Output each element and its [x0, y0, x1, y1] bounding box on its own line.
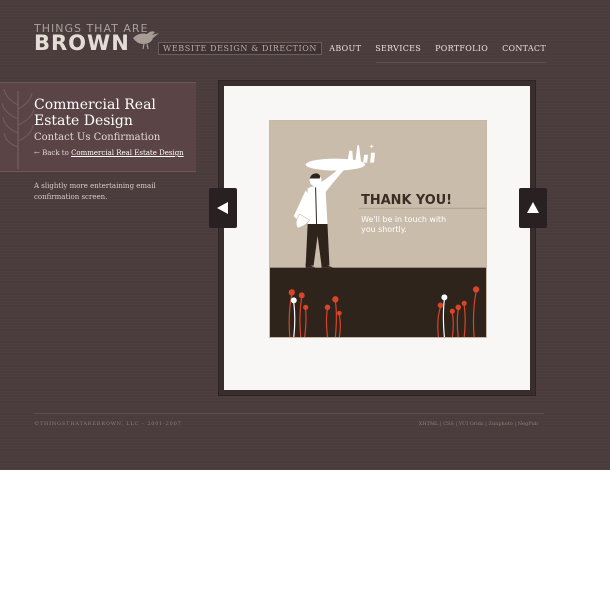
- nav-services[interactable]: SERVICES: [375, 44, 421, 53]
- footer-link-zunphoto[interactable]: Zunphoto: [488, 421, 512, 427]
- footer-link-negpub[interactable]: NegPub: [518, 421, 538, 427]
- footer-links: XHTML | CSS | YUI Grids | Zunphoto | Neg…: [418, 421, 538, 427]
- gallery-image: ✦ THANK YOU! We'll be in touch with you …: [269, 120, 487, 338]
- nav-about[interactable]: ABOUT: [329, 44, 361, 53]
- nav-divider: [376, 62, 546, 63]
- leaf-decoration-icon: [2, 88, 34, 169]
- footer-divider: [34, 413, 544, 414]
- triangle-left-icon: [217, 202, 228, 214]
- back-prefix: ← Back to: [34, 149, 72, 157]
- triangle-up-icon: [527, 202, 539, 213]
- logo-tagline: WEBSITE DESIGN & DIRECTION: [158, 42, 323, 55]
- bird-icon: [133, 31, 159, 50]
- back-link[interactable]: Commercial Real Estate Design: [71, 149, 184, 157]
- back-link-line: ← Back to Commercial Real Estate Design: [34, 149, 184, 157]
- site-logo[interactable]: THINGS THAT ARE BROWN WEBSITE DESIGN & D…: [34, 22, 323, 58]
- thank-you-line-1: We'll be in touch with: [361, 215, 446, 224]
- project-title-panel: Commercial Real Estate Design Contact Us…: [0, 82, 196, 172]
- project-description: A slightly more entertaining email confi…: [34, 182, 156, 201]
- footer-link-xhtml[interactable]: XHTML: [419, 421, 439, 427]
- previous-image-button[interactable]: [209, 188, 237, 228]
- nav-portfolio[interactable]: PORTFOLIO: [435, 44, 488, 53]
- logo-main-text: BROWN: [34, 31, 130, 55]
- nav-contact[interactable]: CONTACT: [502, 44, 546, 53]
- page-subtitle: Contact Us Confirmation: [34, 132, 161, 143]
- page-title: Commercial Real Estate Design: [34, 97, 156, 129]
- thank-you-line-2: you shortly.: [361, 225, 407, 234]
- svg-text:✦: ✦: [369, 144, 374, 151]
- footer-copyright: ©THINGSTHATAREBROWN, LLC – 2001-2007: [34, 421, 182, 427]
- thank-you-heading: THANK YOU!: [361, 193, 452, 208]
- site-background: THINGS THAT ARE BROWN WEBSITE DESIGN & D…: [0, 0, 610, 470]
- footer-link-css[interactable]: CSS: [443, 421, 454, 427]
- main-nav: ABOUT SERVICES PORTFOLIO CONTACT: [329, 44, 546, 53]
- next-image-button[interactable]: [519, 188, 547, 228]
- footer-link-yui-grids[interactable]: YUI Grids: [459, 421, 484, 427]
